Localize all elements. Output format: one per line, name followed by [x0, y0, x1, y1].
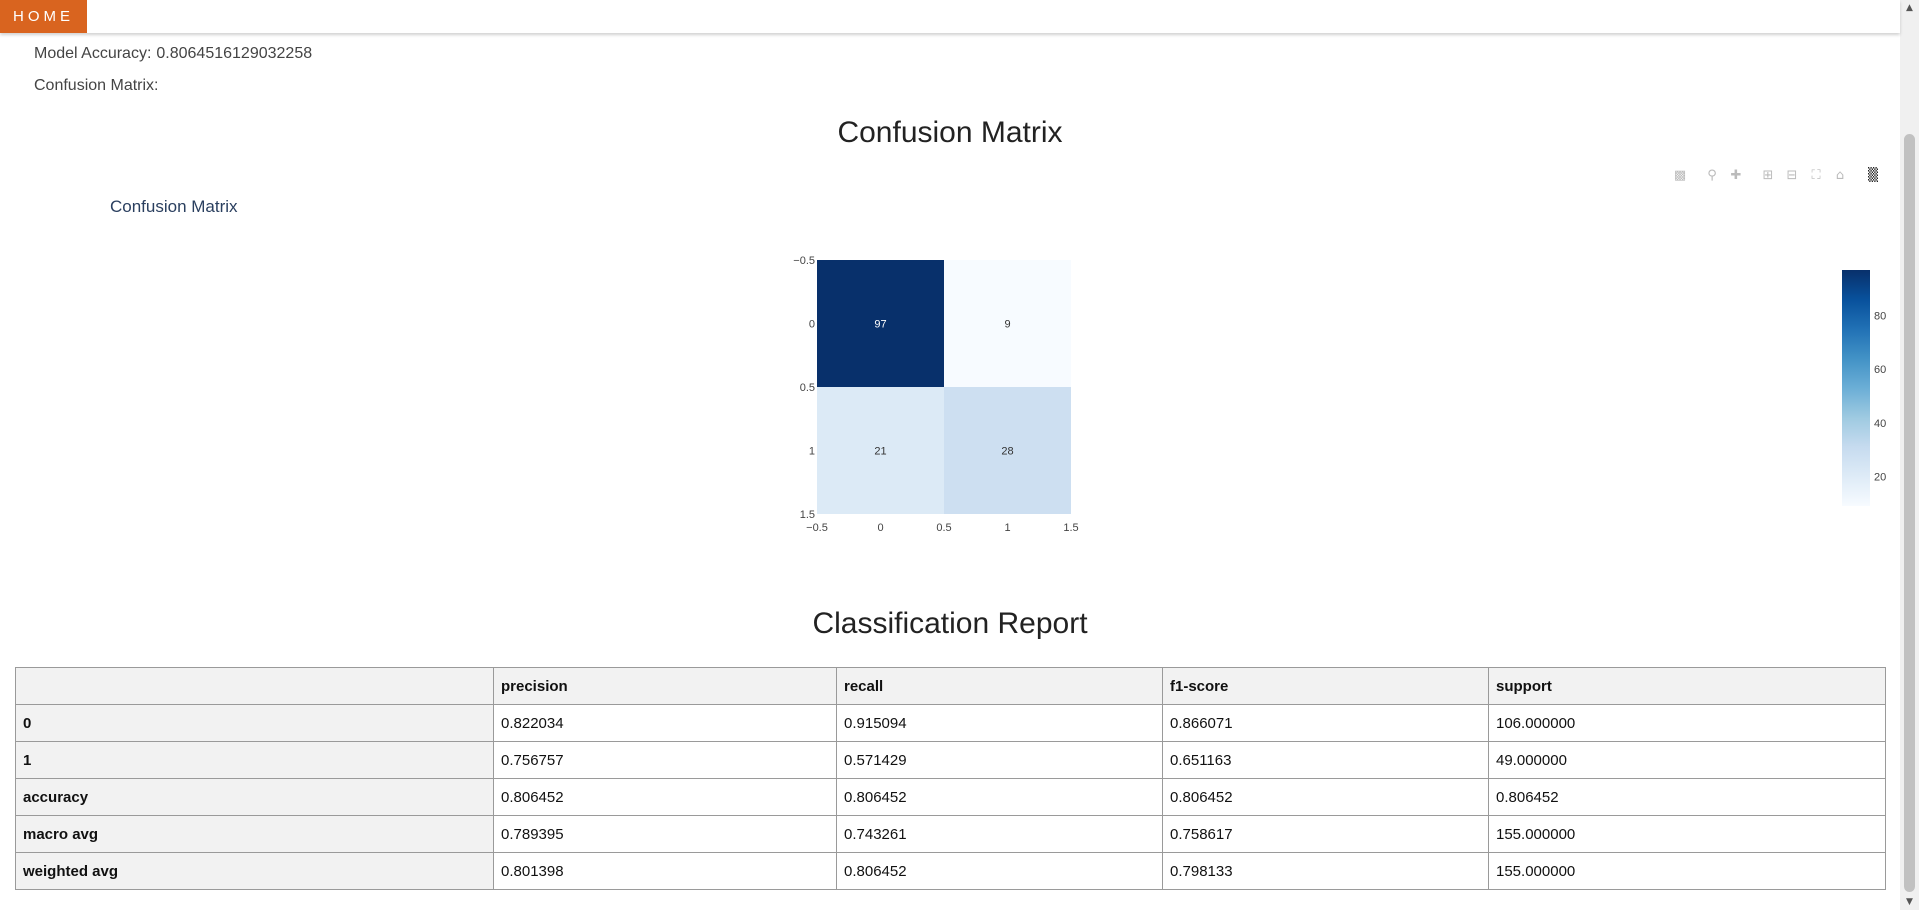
table-cell: 0.866071	[1162, 704, 1489, 742]
table-cell: 0.789395	[493, 815, 837, 853]
table-cell: 0.915094	[836, 704, 1163, 742]
column-header: support	[1488, 667, 1886, 705]
y-tick-label: 0	[809, 319, 815, 331]
row-label: 1	[15, 741, 494, 779]
model-accuracy-value: 0.8064516129032258	[156, 45, 313, 62]
scroll-up-icon[interactable]: ▲	[1900, 0, 1919, 16]
table-row: 1 0.756757 0.571429 0.651163 49.000000	[15, 741, 1886, 779]
home-button[interactable]: HOME	[0, 0, 87, 33]
column-header: f1-score	[1162, 667, 1489, 705]
table-cell: 0.806452	[1488, 778, 1886, 816]
cell-value-label: 28	[1001, 446, 1013, 458]
row-label: 0	[15, 704, 494, 742]
colorbar-tick-label: 60	[1874, 364, 1886, 376]
table-cell: 0.806452	[836, 778, 1163, 816]
table-header-row: precision recall f1-score support	[15, 667, 1886, 705]
table-cell: 0.651163	[1162, 741, 1489, 779]
y-tick-label: −0.5	[793, 255, 815, 267]
table-cell: 0.806452	[1162, 778, 1489, 816]
table-cell: 49.000000	[1488, 741, 1886, 779]
top-nav-bar: HOME	[0, 0, 1900, 33]
row-label: weighted avg	[15, 852, 494, 890]
x-tick-label: 0	[877, 522, 883, 534]
table-cell: 0.806452	[493, 778, 837, 816]
cell-value-label: 97	[874, 319, 886, 331]
plotly-chart: ▩ ⚲ ✚ ⊞ ⊟ ⛶ ⌂ ▒ Confusion Matrix 97 9 21 28…	[0, 160, 1900, 560]
table-cell: 106.000000	[1488, 704, 1886, 742]
colorbar	[1842, 270, 1870, 506]
table-cell: 155.000000	[1488, 815, 1886, 853]
table-cell: 0.806452	[836, 852, 1163, 890]
table-row: weighted avg 0.801398 0.806452 0.798133 …	[15, 852, 1886, 890]
classification-report-heading: Classification Report	[812, 607, 1088, 640]
cell-value-label: 9	[1004, 319, 1010, 331]
table-cell: 0.801398	[493, 852, 837, 890]
row-label: accuracy	[15, 778, 494, 816]
table-cell: 155.000000	[1488, 852, 1886, 890]
table-cell: 0.758617	[1162, 815, 1489, 853]
confusion-matrix-heading: Confusion Matrix	[837, 116, 1063, 149]
model-accuracy-label: Model Accuracy:	[34, 45, 152, 62]
table-cell: 0.822034	[493, 704, 837, 742]
heatmap-svg: 97 921 28−0.5 0 0.5 1 1.5−0.500.511.520406080	[793, 255, 1886, 534]
column-header	[15, 667, 494, 705]
classification-report-table: precision recall f1-score support 0 0.82…	[15, 667, 1886, 890]
colorbar-tick-label: 20	[1874, 472, 1886, 484]
table-cell: 0.756757	[493, 741, 837, 779]
x-tick-label: 1.5	[1063, 522, 1078, 534]
x-tick-label: −0.5	[806, 522, 828, 534]
column-header: precision	[493, 667, 837, 705]
x-tick-label: 1	[1004, 522, 1010, 534]
scrollbar-thumb[interactable]	[1904, 134, 1915, 892]
x-tick-label: 0.5	[936, 522, 951, 534]
colorbar-tick-label: 80	[1874, 311, 1886, 323]
cell-value-label: 21	[874, 446, 886, 458]
column-header: recall	[836, 667, 1163, 705]
table-cell: 0.798133	[1162, 852, 1489, 890]
colorbar-tick-label: 40	[1874, 418, 1886, 430]
y-tick-label: 1	[809, 446, 815, 458]
y-tick-label: 0.5	[800, 382, 815, 394]
scroll-down-icon[interactable]: ▼	[1900, 894, 1919, 910]
row-label: macro avg	[15, 815, 494, 853]
table-row: 0 0.822034 0.915094 0.866071 106.000000	[15, 704, 1886, 742]
table-cell: 0.571429	[836, 741, 1163, 779]
y-tick-label: 1.5	[800, 509, 815, 521]
model-accuracy: Model Accuracy: 0.8064516129032258	[34, 45, 312, 63]
table-row: accuracy 0.806452 0.806452 0.806452 0.80…	[15, 778, 1886, 816]
confusion-matrix-label: Confusion Matrix:	[34, 77, 159, 94]
page-scrollbar[interactable]: ▲ ▼	[1900, 0, 1919, 910]
table-row: macro avg 0.789395 0.743261 0.758617 155…	[15, 815, 1886, 853]
table-cell: 0.743261	[836, 815, 1163, 853]
